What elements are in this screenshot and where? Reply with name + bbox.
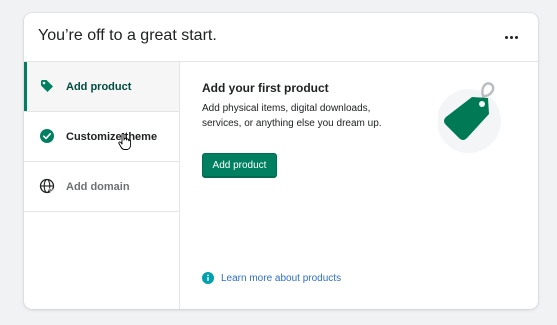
horizontal-dots-icon xyxy=(504,35,518,39)
step-label: Add product xyxy=(66,80,132,93)
globe-icon xyxy=(39,178,55,194)
step-label: Add domain xyxy=(66,180,130,193)
learn-more-link[interactable]: Learn more about products xyxy=(202,272,341,284)
step-add-domain[interactable]: Add domain xyxy=(24,162,179,212)
learn-more-label: Learn more about products xyxy=(221,272,342,284)
tag-icon xyxy=(41,80,53,92)
setup-guide-card: You’re off to a great start. Add product… xyxy=(24,13,538,309)
card-header: You’re off to a great start. xyxy=(24,13,538,62)
add-product-button[interactable]: Add product xyxy=(202,153,277,178)
setup-steps-list: Add product Customize theme Add domain xyxy=(24,62,180,309)
price-tag-illustration xyxy=(438,82,501,153)
step-customize-theme[interactable]: Customize theme xyxy=(24,112,179,162)
card-title: You’re off to a great start. xyxy=(38,27,217,44)
panel-description: Add physical items, digital downloads, s… xyxy=(202,103,382,129)
step-label: Customize theme xyxy=(66,130,158,143)
step-add-product[interactable]: Add product xyxy=(24,62,179,112)
checkmark-circle-icon xyxy=(40,129,54,143)
info-circle-icon xyxy=(202,272,214,284)
panel-title: Add your first product xyxy=(202,81,329,95)
more-actions-button[interactable] xyxy=(500,26,522,48)
step-detail-panel: Add your first product Add physical item… xyxy=(202,62,538,309)
